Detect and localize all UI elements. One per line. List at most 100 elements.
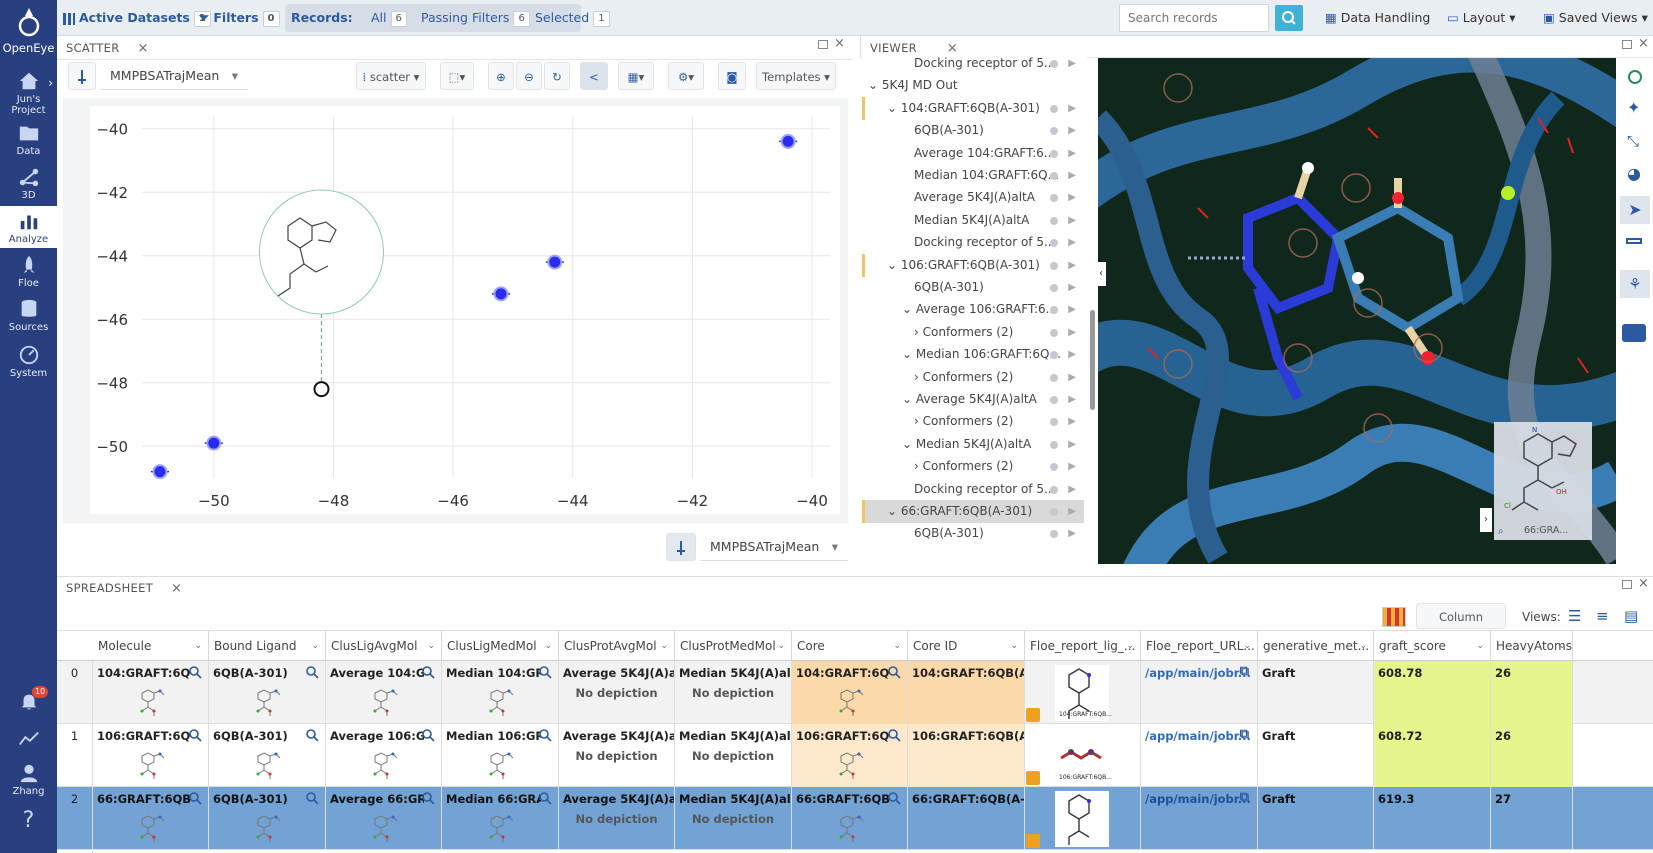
chevron-down-icon[interactable]: ⌄ <box>311 631 319 662</box>
snapshot-button[interactable]: ◙ <box>718 62 746 90</box>
chevron-down-icon[interactable]: ⌄ <box>1126 631 1134 662</box>
play-icon[interactable]: ▶ <box>1068 500 1076 523</box>
y-axis-field-button[interactable] <box>68 62 96 90</box>
nav-help[interactable]: ? <box>0 808 57 838</box>
chevron-down-icon[interactable]: ⌄ <box>194 631 202 662</box>
play-icon[interactable]: ▶ <box>1068 298 1076 321</box>
chevron-down-icon[interactable]: ⌄ <box>660 631 668 662</box>
3d-molecule-viewer[interactable]: N OH Cl 66:GRA... ⌕ › <box>1098 58 1616 564</box>
search-icon[interactable] <box>421 728 435 742</box>
search-icon[interactable] <box>538 728 552 742</box>
tree-item[interactable]: Docking receptor of 5... ▶ <box>862 231 1084 254</box>
table-cell[interactable]: Median 106:GRA... <box>442 724 559 787</box>
play-icon[interactable]: ▶ <box>1068 142 1076 165</box>
visibility-dot-icon[interactable] <box>1050 127 1058 136</box>
chevron-down-icon[interactable]: ⌄ <box>893 631 901 662</box>
zoom-out-button[interactable]: ⊖ <box>516 62 542 90</box>
play-icon[interactable]: ▶ <box>1068 522 1076 545</box>
tree-item[interactable]: Median 5K4J(A)altA ▶ <box>862 209 1084 232</box>
close-icon[interactable]: × <box>1638 576 1649 591</box>
tree-item[interactable]: Average 5K4J(A)altA ▶ <box>862 186 1084 209</box>
table-cell[interactable] <box>1025 787 1141 850</box>
tree-item[interactable]: Docking receptor of 5... ▶ <box>862 56 1084 75</box>
view-list-button[interactable]: ≡ <box>1596 607 1616 625</box>
search-icon[interactable] <box>305 728 319 742</box>
table-cell[interactable]: 106:GRAFT:6QB(... <box>792 724 908 787</box>
maximize-icon[interactable] <box>818 40 828 49</box>
chevron-down-icon[interactable]: ⌄ <box>1476 631 1484 662</box>
tree-scrollbar[interactable] <box>1090 310 1095 410</box>
play-icon[interactable]: ▶ <box>1068 478 1076 501</box>
play-icon[interactable]: ▶ <box>1068 410 1076 433</box>
zoom-icon[interactable] <box>1026 834 1040 848</box>
visibility-dot-icon[interactable] <box>1050 194 1058 203</box>
search-input[interactable] <box>1119 4 1269 32</box>
play-icon[interactable]: ▶ <box>1068 366 1076 389</box>
tree-item[interactable]: ⌄ 106:GRAFT:6QB(A-301) ▶ <box>862 253 1084 277</box>
search-button[interactable] <box>1275 5 1303 31</box>
tree-item[interactable]: Docking receptor of 5... ▶ <box>862 478 1084 501</box>
search-icon[interactable] <box>887 665 901 679</box>
close-icon[interactable]: × <box>834 36 845 51</box>
visibility-dot-icon[interactable] <box>1050 328 1058 337</box>
navigate-icon[interactable]: ➤ <box>1620 196 1650 224</box>
tree-item[interactable]: 6QB(A-301) ▶ <box>862 119 1084 142</box>
records-passing-button[interactable]: Passing Filters 6 <box>421 6 530 30</box>
tree-item[interactable]: › Conformers (2) ▶ <box>862 410 1084 433</box>
visibility-dot-icon[interactable] <box>1050 418 1058 427</box>
close-icon[interactable]: × <box>171 581 182 596</box>
tree-item[interactable]: 6QB(A-301) ▶ <box>862 522 1084 545</box>
atom-select-icon[interactable]: ✦ <box>1627 98 1640 117</box>
records-all-button[interactable]: All 6 <box>371 6 407 30</box>
search-icon[interactable] <box>538 665 552 679</box>
visibility-dot-icon[interactable] <box>1050 396 1058 404</box>
table-row[interactable]: 0 104:GRAFT:6QB(... 6QB(A-301) Average 104:… <box>57 661 1653 727</box>
table-cell[interactable]: 6QB(A-301) <box>209 661 326 724</box>
tree-item[interactable]: ⌄ Average 5K4J(A)altA ▶ <box>862 388 1084 411</box>
visibility-dot-icon[interactable] <box>1050 239 1058 248</box>
maximize-icon[interactable] <box>1622 580 1632 589</box>
table-cell[interactable]: Graft <box>1258 724 1374 787</box>
table-cell[interactable]: 104:GRAFT:6QB... <box>1025 661 1141 724</box>
column-header[interactable]: ClusLigMedMol ⌄ <box>442 631 559 662</box>
table-cell[interactable]: Graft <box>1258 787 1374 850</box>
tree-item[interactable]: ⌄ Median 5K4J(A)altA ▶ <box>862 433 1084 456</box>
play-icon[interactable]: ▶ <box>1068 321 1076 344</box>
column-header[interactable]: Bound Ligand ⌄ <box>209 631 326 662</box>
visibility-dot-icon[interactable] <box>1050 530 1058 539</box>
visibility-dot-icon[interactable] <box>1050 284 1058 292</box>
nav-floe[interactable]: Floe <box>0 254 57 290</box>
heatmap-toggle-button[interactable] <box>1382 607 1406 627</box>
search-icon[interactable] <box>188 665 202 679</box>
surface-icon[interactable] <box>1622 324 1646 342</box>
table-cell[interactable]: 619.3 <box>1374 787 1491 850</box>
visibility-dot-icon[interactable] <box>1050 440 1058 449</box>
column-options-button[interactable]: Column Options▾ <box>1416 603 1506 650</box>
play-icon[interactable]: ▶ <box>1068 276 1076 299</box>
nav-activity[interactable] <box>0 728 57 752</box>
play-icon[interactable]: ▶ <box>1068 231 1076 254</box>
zoom-in-button[interactable]: ⊕ <box>488 62 514 90</box>
play-icon[interactable]: ▶ <box>1068 97 1076 120</box>
column-header[interactable]: generative_met... ⌄ <box>1258 631 1374 662</box>
table-row[interactable]: 2 66:GRAFT:6QB(A-... 6QB(A-301) Average 66:… <box>57 787 1653 853</box>
zoom-icon[interactable] <box>1026 708 1040 722</box>
play-icon[interactable]: ▶ <box>1068 164 1076 187</box>
table-cell[interactable]: 104:GRAFT:6QB(... <box>792 661 908 724</box>
reset-zoom-button[interactable]: ↻ <box>544 62 570 90</box>
play-icon[interactable]: ▶ <box>1068 186 1076 209</box>
play-icon[interactable]: ▶ <box>1068 433 1076 456</box>
active-datasets-button[interactable]: Active Datasets 1 <box>63 6 211 30</box>
chevron-down-icon[interactable]: ⌄ <box>1243 631 1251 662</box>
chevron-right-icon[interactable]: › <box>48 76 53 90</box>
table-cell[interactable]: Median 5K4J(A)al... No depiction <box>675 661 792 724</box>
x-axis-field-button[interactable] <box>666 533 696 561</box>
column-header[interactable]: Core ID ⌄ <box>908 631 1025 662</box>
visibility-dot-icon[interactable] <box>1050 463 1058 472</box>
play-icon[interactable]: ▶ <box>1068 254 1076 277</box>
search-icon[interactable] <box>188 791 202 805</box>
chevron-down-icon[interactable]: ⌄ <box>544 631 552 662</box>
selection-mode-select[interactable]: ⬚▾ <box>440 62 474 90</box>
table-row[interactable]: 1 106:GRAFT:6QB(... 6QB(A-301) Average 106:… <box>57 724 1653 790</box>
table-cell[interactable]: /app/main/jobr... ⧉ <box>1141 787 1258 850</box>
